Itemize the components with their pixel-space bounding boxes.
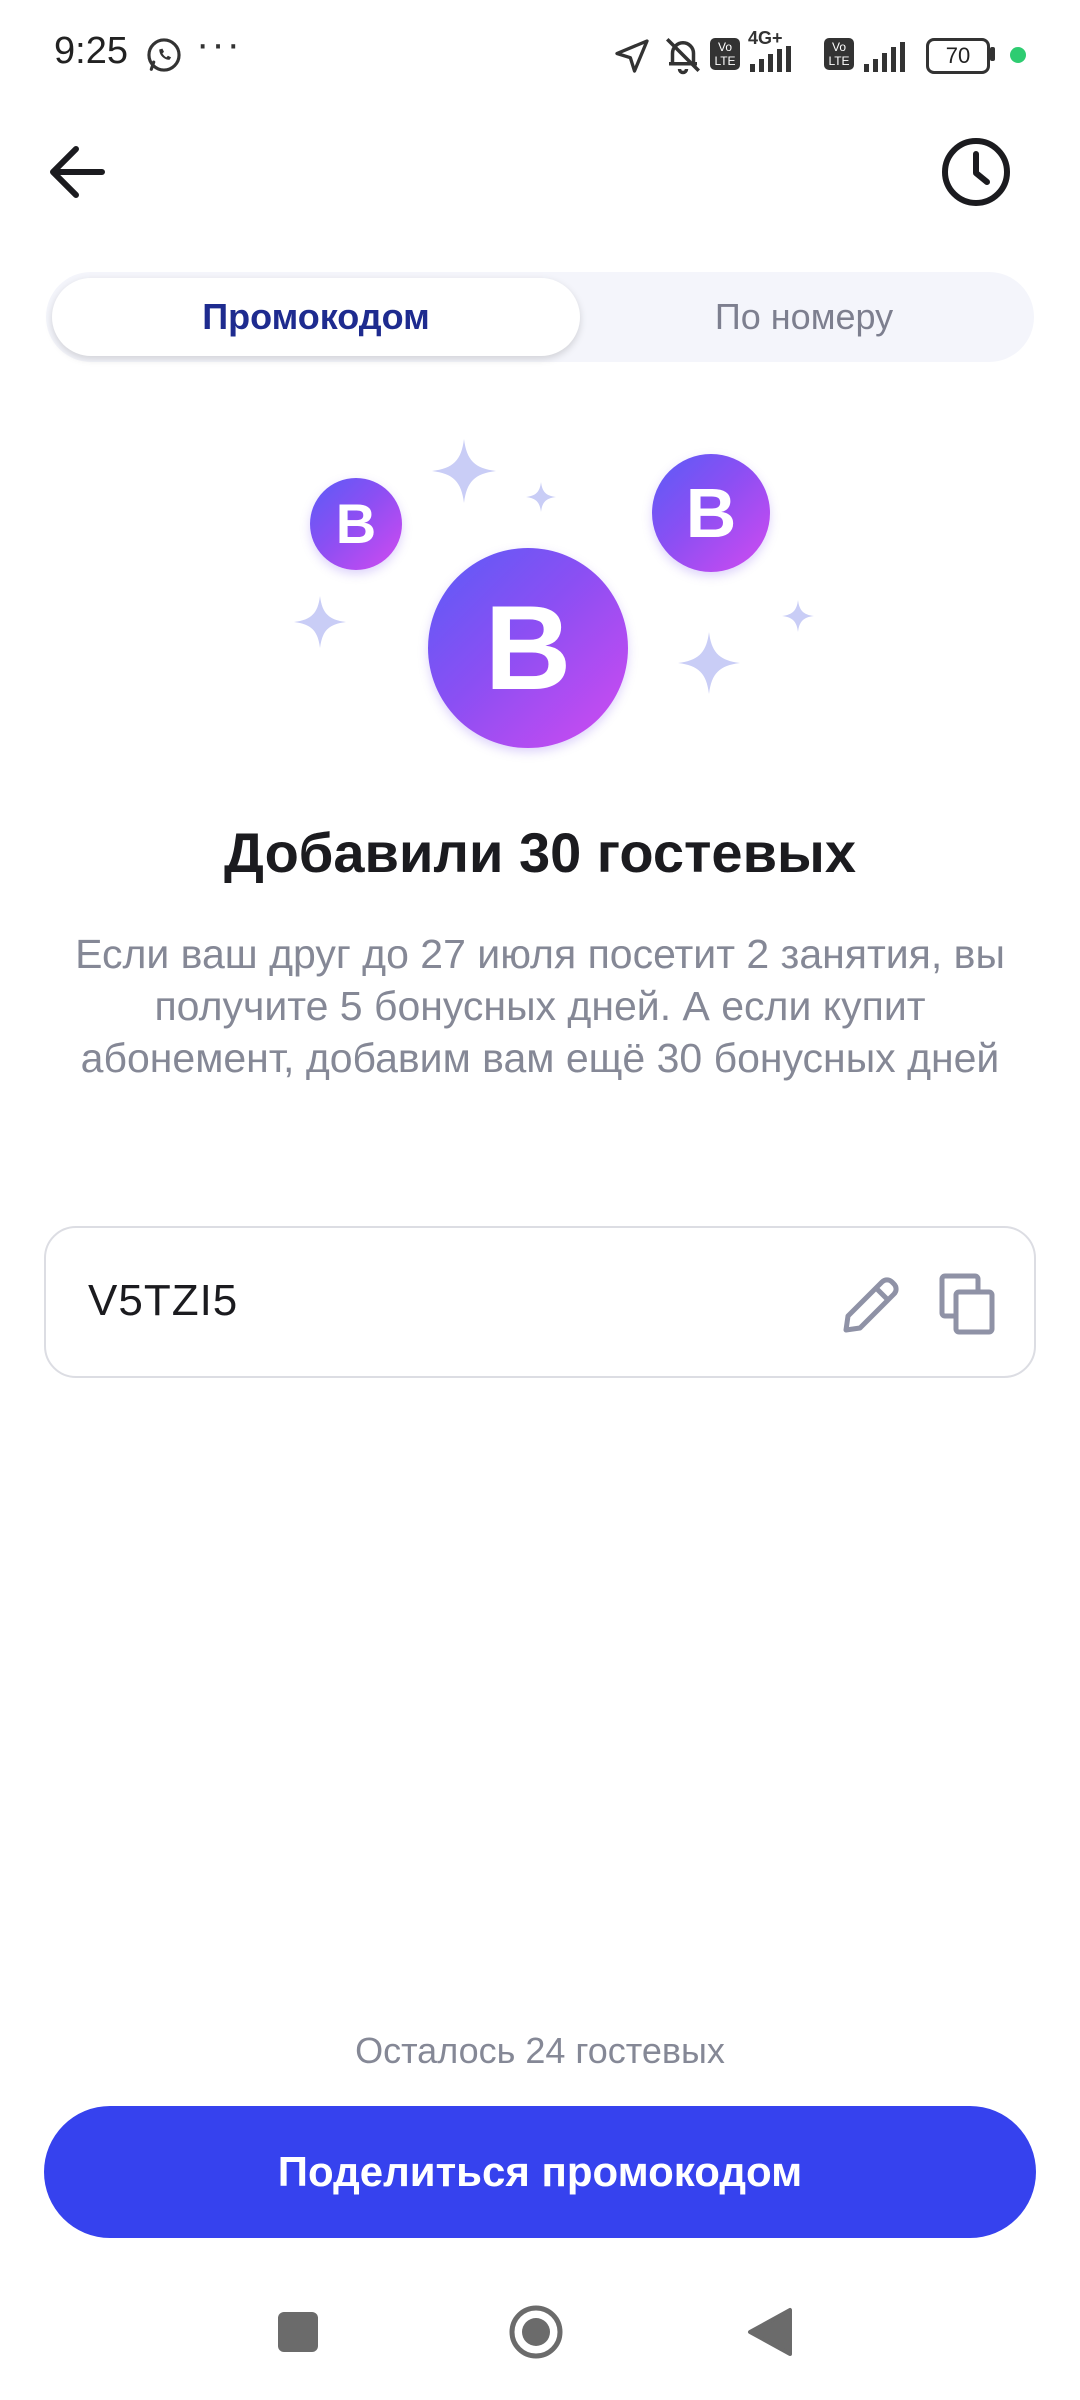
signal-icon-2 bbox=[864, 42, 905, 72]
volte-badge: Vo LTE bbox=[710, 38, 740, 70]
sparkle-icon bbox=[432, 439, 496, 503]
bonus-coin-medium: B bbox=[652, 454, 770, 572]
history-clock-icon[interactable] bbox=[936, 132, 1016, 212]
tab-by-number[interactable]: По номеру bbox=[580, 278, 1028, 356]
sparkle-icon bbox=[526, 482, 556, 512]
signal-icon bbox=[750, 46, 791, 72]
status-time: 9:25 bbox=[54, 30, 128, 72]
description-text: Если ваш друг до 27 июля посетит 2 занят… bbox=[75, 931, 1005, 1081]
sparkle-icon bbox=[782, 600, 814, 632]
share-promocode-button[interactable]: Поделиться промокодом bbox=[44, 2106, 1036, 2238]
promo-code-value: V5TZI5 bbox=[88, 1276, 239, 1325]
privacy-indicator bbox=[1010, 47, 1026, 63]
volte-badge-2: Vo LTE bbox=[824, 38, 854, 70]
page-title: Добавили 30 гостевых bbox=[224, 821, 856, 884]
recent-apps-button[interactable] bbox=[278, 2312, 318, 2352]
system-back-button[interactable] bbox=[744, 2306, 794, 2358]
copy-icon[interactable] bbox=[928, 1264, 1008, 1344]
bonus-coin-large: B bbox=[428, 548, 628, 748]
remaining-guests-text: Осталось 24 гостевых bbox=[355, 2030, 725, 2071]
battery-tip bbox=[990, 47, 995, 61]
sparkle-icon bbox=[294, 596, 346, 648]
back-arrow-icon[interactable] bbox=[40, 132, 120, 212]
bonus-coin-small: B bbox=[310, 478, 402, 570]
more-notifications-icon: ··· bbox=[196, 22, 242, 66]
edit-pencil-icon[interactable] bbox=[832, 1264, 912, 1344]
promo-code-field: V5TZI5 bbox=[44, 1226, 1036, 1378]
battery-icon: 70 bbox=[926, 38, 990, 74]
whatsapp-icon bbox=[147, 38, 181, 72]
location-icon bbox=[615, 39, 649, 73]
muted-bell-icon bbox=[666, 38, 700, 75]
coins-illustration: B B B bbox=[280, 420, 820, 760]
status-bar: 9:25 ··· Vo LTE 4G+ Vo LTE 70 bbox=[0, 0, 1080, 110]
home-button[interactable] bbox=[508, 2304, 564, 2360]
sparkle-icon bbox=[678, 632, 740, 694]
tab-promocode[interactable]: Промокодом bbox=[52, 278, 580, 356]
mode-switcher: Промокодом По номеру bbox=[46, 272, 1034, 362]
